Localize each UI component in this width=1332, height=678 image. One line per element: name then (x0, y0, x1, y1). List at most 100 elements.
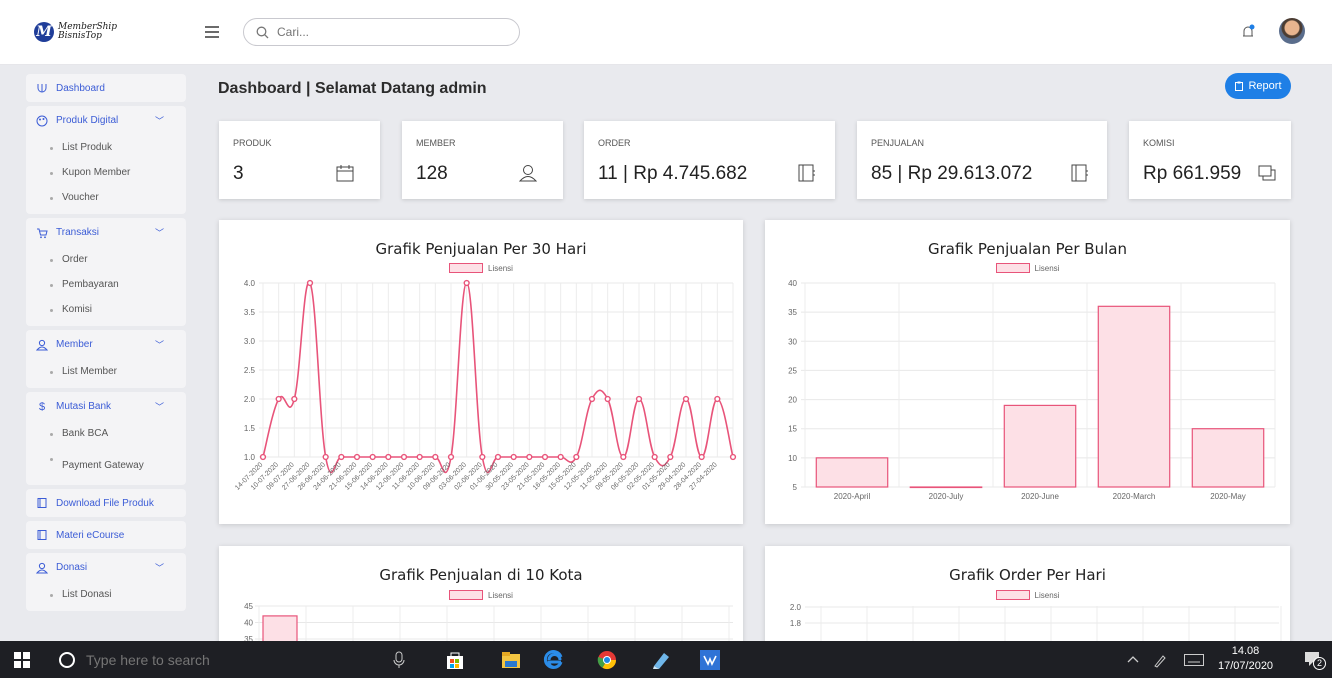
stat-value: Rp 661.959 (1143, 163, 1242, 184)
sidebar-item-label: Produk Digital (56, 115, 119, 126)
y-tick-label: 2.5 (244, 366, 256, 375)
data-point (479, 453, 486, 461)
data-point (447, 453, 455, 461)
copy-icon (1258, 165, 1276, 181)
line-chart-order-per-hari: 1.8 2.0 (790, 603, 1282, 646)
y-tick-label: 25 (788, 366, 797, 375)
data-point (729, 453, 737, 461)
edge-browser-icon[interactable] (543, 649, 565, 671)
chevron-down-icon: ﹀ (154, 116, 164, 126)
sidebar-subitem-list-produk[interactable]: List Produk (26, 135, 186, 160)
logo-badge: M (34, 22, 54, 42)
search-icon (256, 26, 269, 38)
sidebar-subitem-bank-bca[interactable]: Bank BCA (26, 421, 186, 446)
microphone-icon[interactable] (388, 649, 410, 671)
bell-icon[interactable] (1240, 24, 1256, 40)
data-point (463, 279, 470, 287)
user-icon (36, 562, 48, 573)
chevron-up-icon[interactable] (1127, 654, 1139, 664)
report-button[interactable]: Report (1225, 73, 1291, 99)
data-point (416, 453, 423, 461)
page-title: Dashboard | Selamat Datang admin (218, 80, 487, 97)
taskbar-search[interactable] (58, 641, 340, 678)
data-point (353, 453, 361, 461)
sidebar-subitem-voucher[interactable]: Voucher (26, 185, 186, 210)
sidebar-item-mutasi-bank[interactable]: $ Mutasi Bank ﹀ (26, 392, 186, 421)
sidebar-subitem-payment-gateway[interactable]: Payment Gateway (26, 446, 186, 481)
app-logo[interactable]: M MemberShip BisnisTop (34, 22, 117, 42)
data-point (526, 453, 533, 461)
data-point (306, 279, 314, 287)
system-clock[interactable]: 14.08 17/07/2020 (1218, 644, 1273, 674)
stat-value: 3 (233, 163, 244, 184)
data-point (604, 395, 611, 403)
sidebar-item-member[interactable]: Member ﹀ (26, 330, 186, 359)
clock-date: 17/07/2020 (1218, 660, 1274, 672)
y-tick-label: 15 (788, 425, 797, 434)
y-tick-label: 3.0 (244, 337, 256, 346)
keyboard-icon[interactable] (1184, 654, 1204, 666)
sidebar-subitem-komisi[interactable]: Komisi (26, 297, 186, 322)
sidebar-item-transaksi[interactable]: Transaksi ﹀ (26, 218, 186, 247)
sidebar-item-dashboard[interactable]: Dashboard (26, 74, 186, 102)
search-box[interactable] (243, 18, 520, 46)
chrome-icon[interactable] (596, 649, 618, 671)
sidebar-item-label: Mutasi Bank (56, 401, 112, 412)
bar-2020-May (1191, 428, 1265, 488)
data-point (338, 453, 345, 461)
stat-value: 128 (416, 163, 448, 184)
bar-2020-April (815, 457, 889, 488)
sidebar-item-materi-ecourse[interactable]: Materi eCourse (26, 521, 186, 549)
data-point (588, 395, 596, 403)
sidebar-group-donasi: Donasi ﹀ List Donasi (26, 553, 186, 611)
notification-center[interactable]: 2 (1303, 650, 1326, 670)
sidebar-item-label: Transaksi (56, 227, 99, 238)
store-icon[interactable] (444, 649, 466, 671)
sidebar-subitem-list-member[interactable]: List Member (26, 359, 186, 384)
data-point (275, 395, 282, 403)
search-input[interactable] (275, 24, 499, 40)
pen-icon[interactable] (1153, 652, 1169, 668)
notification-count: 2 (1313, 657, 1326, 670)
y-tick-label: 2.0 (790, 603, 802, 612)
taskbar-search-input[interactable] (84, 650, 288, 669)
file-icon (37, 530, 47, 540)
hamburger-menu-icon[interactable] (205, 26, 219, 38)
chevron-down-icon: ﹀ (154, 340, 164, 350)
file-explorer-icon[interactable] (500, 649, 522, 671)
sidebar-item-label: Dashboard (56, 82, 105, 94)
sidebar-subitem-list-donasi[interactable]: List Donasi (26, 582, 186, 607)
data-point (682, 395, 690, 403)
notepad-icon[interactable] (650, 649, 672, 671)
user-avatar[interactable] (1279, 18, 1305, 44)
data-point (714, 395, 721, 403)
bar-chart-penjualan-per-bulan: 5 10 15 20 25 30 35 40 2020-April 2020-July 2020-J… (788, 279, 1276, 501)
clock-time: 14.08 (1231, 645, 1260, 657)
sidebar-subitem-kupon-member[interactable]: Kupon Member (26, 160, 186, 185)
vs-code-icon[interactable] (699, 649, 721, 671)
sidebar-subitem-pembayaran[interactable]: Pembayaran (26, 272, 186, 297)
sidebar-subitem-order[interactable]: Order (26, 247, 186, 272)
chart-card-penjualan-per-bulan: Grafik Penjualan Per Bulan Lisensi 5 10 15… (765, 220, 1290, 524)
sidebar: Dashboard Produk Digital ﹀ List Produk K… (26, 74, 186, 615)
data-point (400, 453, 408, 461)
data-point (541, 453, 549, 461)
y-tick-label: 40 (244, 619, 253, 628)
chart-card-penjualan-10-kota: Grafik Penjualan di 10 Kota Lisensi 35 40… (219, 546, 743, 646)
report-button-label: Report (1248, 80, 1282, 92)
y-tick-label: 45 (244, 602, 253, 611)
chevron-down-icon: ﹀ (154, 402, 164, 412)
y-tick-label: 5 (793, 483, 798, 492)
stat-value: 85 | Rp 29.613.072 (871, 163, 1033, 184)
windows-start-icon[interactable] (14, 652, 30, 668)
sidebar-item-produk-digital[interactable]: Produk Digital ﹀ (26, 106, 186, 135)
dashboard-icon (37, 84, 47, 93)
sidebar-item-donasi[interactable]: Donasi ﹀ (26, 553, 186, 582)
cart-icon (37, 228, 48, 238)
y-tick-label: 1.8 (790, 619, 802, 628)
sidebar-item-label: Member (56, 339, 93, 350)
sidebar-item-download-file-produk[interactable]: Download File Produk (26, 489, 186, 517)
sidebar-group-transaksi: Transaksi ﹀ Order Pembayaran Komisi (26, 218, 186, 326)
data-point (369, 453, 376, 461)
line-chart-penjualan-30-hari: 1.01.52.02.53.03.54.014-07-202010-07-202… (234, 279, 737, 492)
